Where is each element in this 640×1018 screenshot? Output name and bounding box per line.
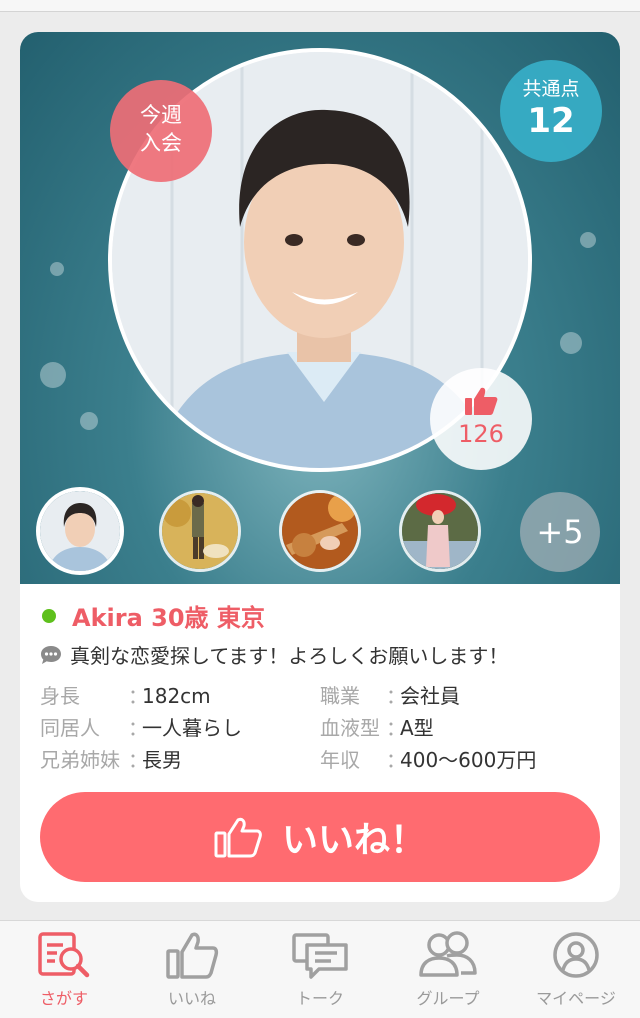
chat-icon bbox=[292, 933, 348, 979]
tab-search[interactable]: さがす bbox=[0, 921, 128, 1018]
tab-label: グループ bbox=[416, 989, 480, 1008]
new-badge-line1: 今週 bbox=[140, 103, 182, 127]
tab-label: さがす bbox=[39, 989, 88, 1008]
like-button[interactable]: いいね！ bbox=[40, 792, 600, 882]
attr-value: 長男 bbox=[142, 748, 182, 772]
tab-talk[interactable]: トーク bbox=[256, 921, 384, 1018]
profile-hero: 今週 入会 共通点 12 126 +5 bbox=[20, 32, 620, 584]
speech-bubble-icon bbox=[41, 645, 61, 664]
attributes-right: 職業 ： 会社員 血液型 ： A型 年収 ： 400〜600万円 bbox=[320, 680, 536, 776]
thumbs-up-icon bbox=[166, 932, 219, 979]
thumbs-up-icon bbox=[214, 817, 262, 858]
attr-height: 身長 ： 182cm bbox=[40, 680, 242, 712]
group-icon bbox=[419, 931, 477, 977]
bokeh-light bbox=[50, 262, 64, 276]
photo-thumbnail-1[interactable] bbox=[36, 487, 124, 575]
attr-income: 年収 ： 400〜600万円 bbox=[320, 744, 536, 776]
attr-separator: ： bbox=[128, 748, 148, 772]
new-member-badge: 今週 入会 bbox=[110, 80, 212, 182]
attr-separator: ： bbox=[386, 716, 406, 740]
attributes-left: 身長 ： 182cm 同居人 ： 一人暮らし 兄弟姉妹 ： 長男 bbox=[40, 680, 242, 776]
like-button-label: いいね！ bbox=[281, 820, 426, 861]
photo-thumbnail-3[interactable] bbox=[279, 490, 361, 572]
search-icon bbox=[38, 932, 90, 978]
attr-separator: ： bbox=[128, 684, 148, 708]
attr-key: 同居人 bbox=[40, 716, 100, 740]
like-count-badge: 126 bbox=[430, 368, 532, 470]
name-row: Akira 30歳 東京 bbox=[42, 598, 265, 633]
attr-key: 血液型 bbox=[320, 716, 380, 740]
more-photos-button[interactable]: +5 bbox=[520, 492, 600, 572]
attr-key: 身長 bbox=[40, 684, 80, 708]
attr-value: 182cm bbox=[142, 684, 211, 708]
attr-key: 年収 bbox=[320, 748, 360, 772]
attr-siblings: 兄弟姉妹 ： 長男 bbox=[40, 744, 242, 776]
profile-message: 真剣な恋愛探してます！よろしくお願いします！ bbox=[70, 644, 509, 668]
tab-group[interactable]: グループ bbox=[384, 921, 512, 1018]
attr-separator: ： bbox=[386, 684, 406, 708]
common-points-count: 12 bbox=[527, 101, 575, 141]
profile-name: Akira 30歳 東京 bbox=[72, 604, 265, 632]
tab-label: トーク bbox=[295, 989, 344, 1008]
attr-blood-type: 血液型 ： A型 bbox=[320, 712, 536, 744]
attr-housemate: 同居人 ： 一人暮らし bbox=[40, 712, 242, 744]
like-count: 126 bbox=[458, 420, 504, 448]
attr-key: 職業 bbox=[320, 684, 360, 708]
new-badge-line2: 入会 bbox=[140, 131, 182, 155]
bokeh-light bbox=[40, 362, 66, 388]
bokeh-light bbox=[560, 332, 582, 354]
photo-thumbnail-4[interactable] bbox=[399, 490, 481, 572]
common-points-badge: 共通点 12 bbox=[500, 60, 602, 162]
attr-value: A型 bbox=[400, 716, 434, 740]
bokeh-light bbox=[80, 412, 98, 430]
attr-occupation: 職業 ： 会社員 bbox=[320, 680, 536, 712]
tab-label: いいね bbox=[167, 989, 216, 1008]
attr-separator: ： bbox=[128, 716, 148, 740]
attr-key: 兄弟姉妹 bbox=[40, 748, 120, 772]
online-status-indicator bbox=[42, 608, 56, 623]
thumbs-up-icon bbox=[465, 387, 498, 415]
attr-value: 会社員 bbox=[400, 684, 460, 708]
common-points-label: 共通点 bbox=[522, 78, 580, 100]
user-icon bbox=[553, 932, 599, 978]
status-bar bbox=[0, 0, 640, 12]
bokeh-light bbox=[580, 232, 596, 248]
tab-label: マイページ bbox=[536, 989, 616, 1008]
bottom-tab-bar: さがす いいね トーク グループ マイページ bbox=[0, 920, 640, 1018]
attr-value: 一人暮らし bbox=[142, 716, 242, 740]
profile-card[interactable]: 今週 入会 共通点 12 126 +5 Akira 30歳 東京 真剣な恋愛探し… bbox=[20, 32, 620, 902]
tab-likes[interactable]: いいね bbox=[128, 921, 256, 1018]
attr-value: 400〜600万円 bbox=[400, 748, 537, 772]
profile-message-row: 真剣な恋愛探してます！よろしくお願いします！ bbox=[40, 640, 508, 669]
photo-thumbnail-2[interactable] bbox=[159, 490, 241, 572]
attr-separator: ： bbox=[386, 748, 406, 772]
tab-mypage[interactable]: マイページ bbox=[512, 921, 640, 1018]
